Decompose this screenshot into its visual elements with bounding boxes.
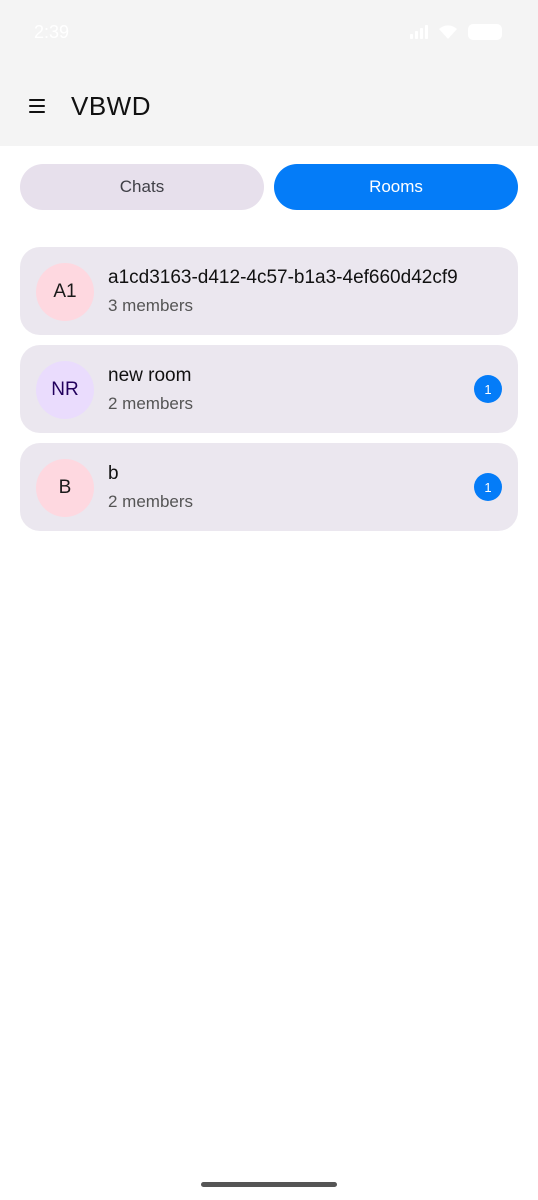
status-icons [410,24,502,40]
room-item[interactable]: B b 2 members 1 [20,443,518,531]
hamburger-menu-icon[interactable] [22,91,52,121]
room-avatar: A1 [36,263,94,321]
unread-badge: 1 [474,375,502,403]
room-member-count: 2 members [108,492,194,511]
room-item[interactable]: A1 a1cd3163-d412-4c57-b1a3-4ef660d42cf9 … [20,247,518,335]
room-member-count: 2 members [108,394,194,413]
tab-switcher: Chats Rooms [20,164,518,210]
room-avatar: B [36,459,94,517]
room-list: A1 a1cd3163-d412-4c57-b1a3-4ef660d42cf9 … [20,247,518,541]
room-name: new room [108,365,192,386]
room-member-count: 3 members [108,296,194,315]
room-name: b [108,463,119,484]
status-time: 2:39 [34,22,70,42]
tab-chats[interactable]: Chats [20,164,264,210]
status-bar: 2:39 [0,0,538,66]
app-title: VBWD [71,90,151,121]
battery-icon [468,24,502,40]
room-name: a1cd3163-d412-4c57-b1a3-4ef660d42cf9 [108,267,458,288]
home-indicator[interactable] [201,1182,337,1187]
unread-badge: 1 [474,473,502,501]
signal-icon [410,25,428,39]
room-item[interactable]: NR new room 2 members 1 [20,345,518,433]
tab-rooms[interactable]: Rooms [274,164,518,210]
room-avatar: NR [36,361,94,419]
app-bar: VBWD [0,66,538,146]
wifi-icon [439,25,457,39]
